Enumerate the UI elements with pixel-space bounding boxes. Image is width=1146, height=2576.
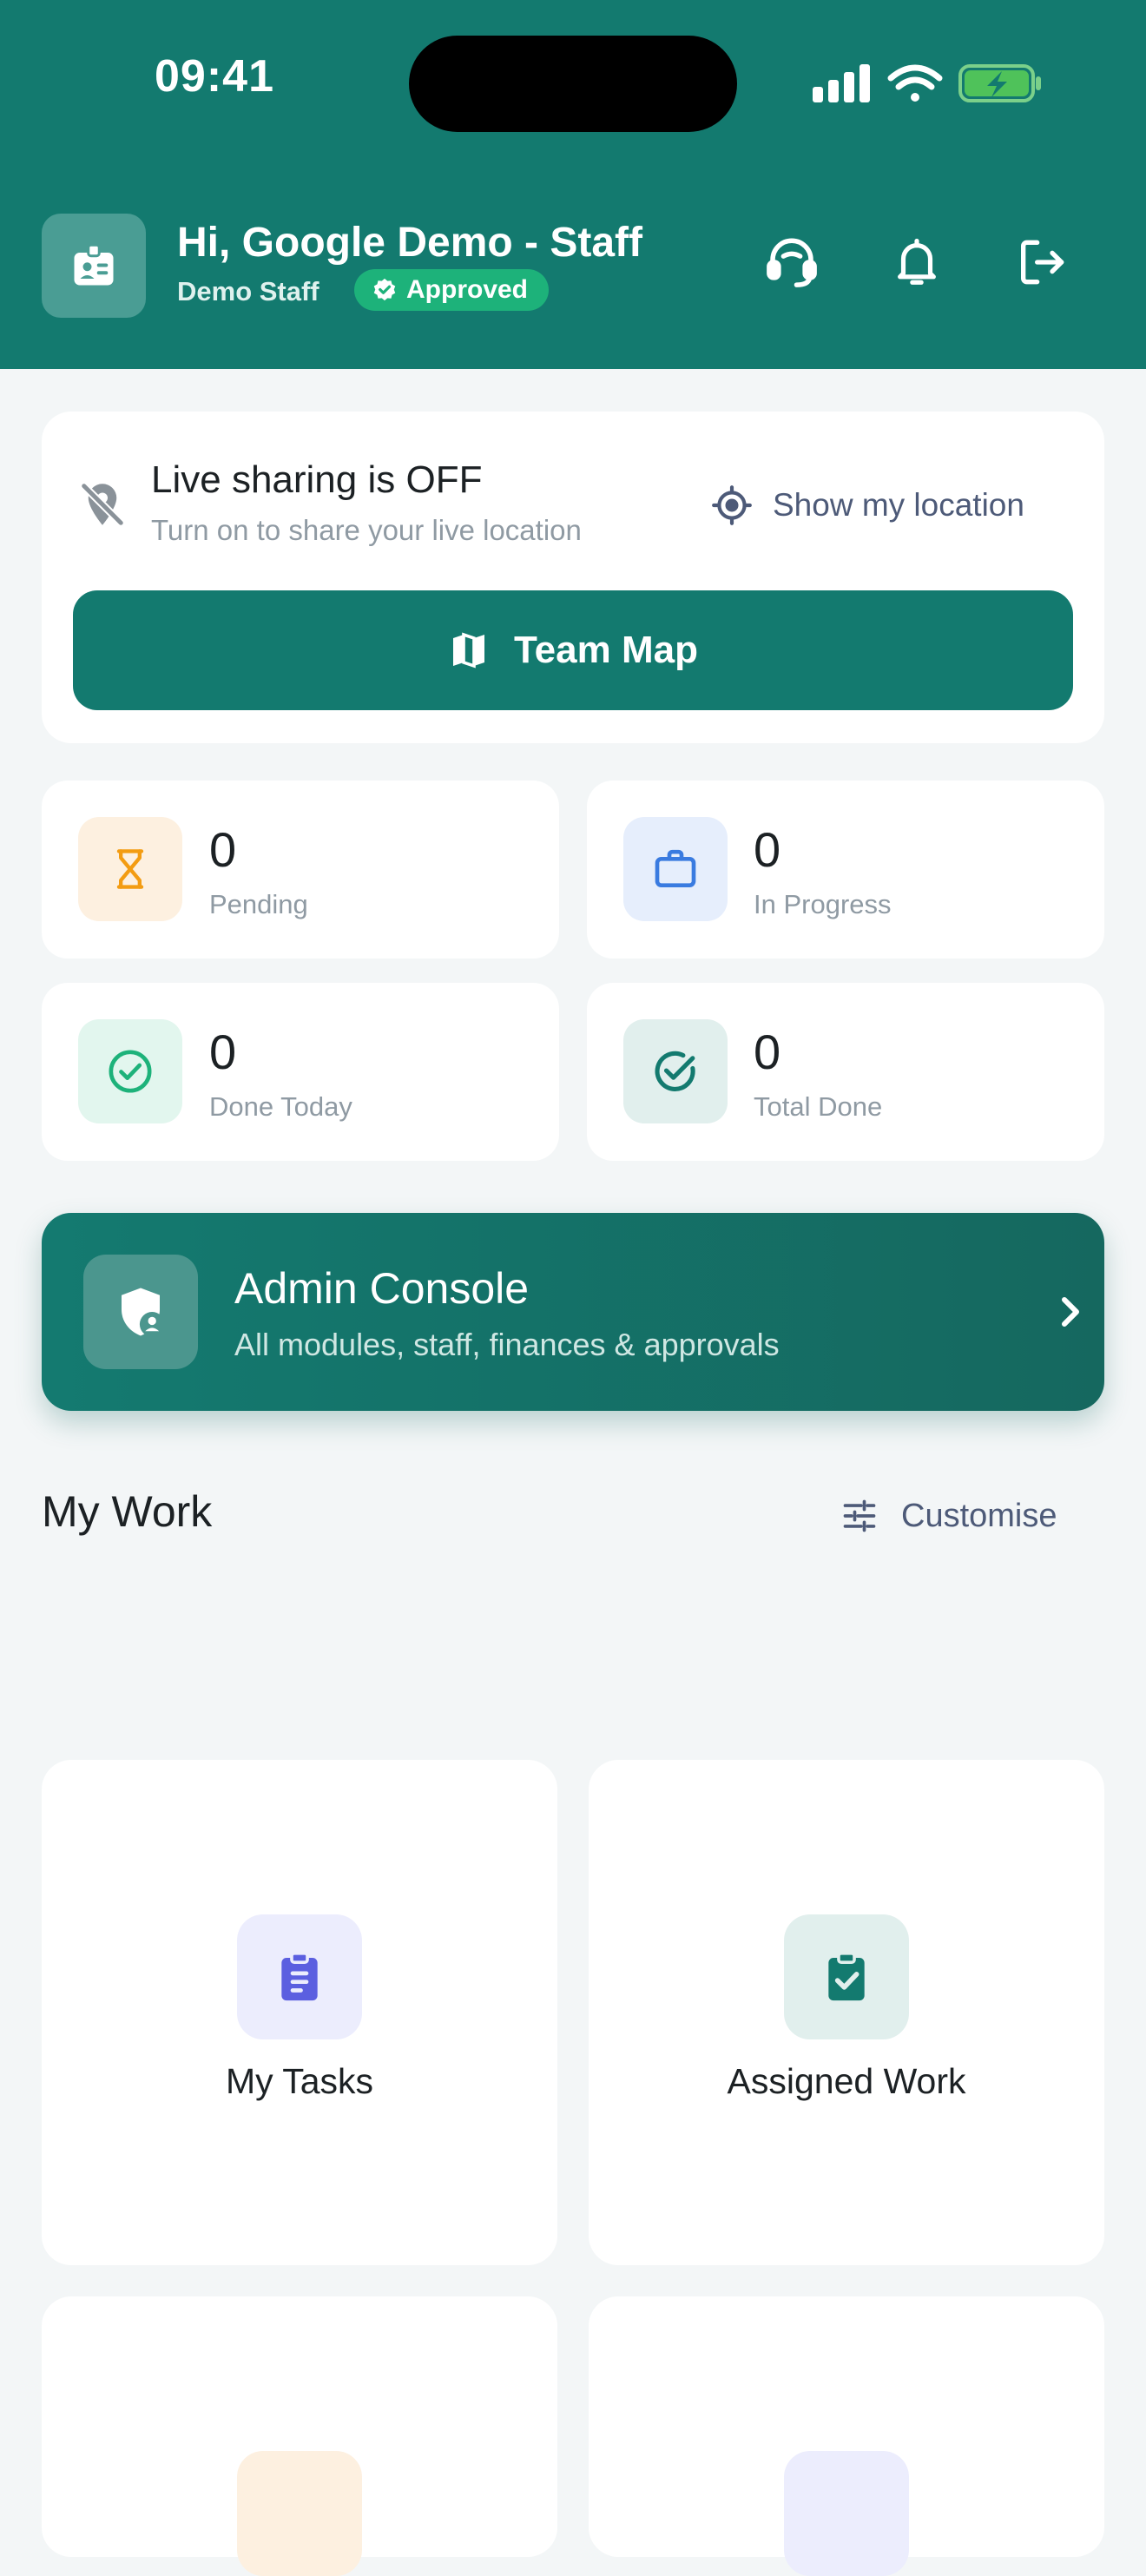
show-location-button[interactable]: Show my location (710, 479, 1024, 531)
stat-value-done-today: 0 (209, 1024, 237, 1079)
stat-icon-done-today (78, 1019, 182, 1123)
team-map-label: Team Map (514, 629, 698, 671)
team-map-button[interactable]: Team Map (73, 590, 1073, 710)
map-icon (453, 632, 485, 669)
live-sharing-hint: Turn on to share your live location (151, 514, 582, 546)
clipboard-list-icon (281, 1952, 318, 2001)
bell-icon (898, 238, 936, 285)
logout-button[interactable] (1007, 227, 1077, 297)
stat-label-pending: Pending (209, 889, 308, 919)
admin-console-title: Admin Console (234, 1264, 530, 1313)
signal-icon (813, 64, 870, 102)
dynamic-island (409, 36, 737, 132)
support-headset-icon (767, 238, 817, 287)
id-badge (42, 214, 146, 318)
stat-label-in-progress: In Progress (754, 889, 892, 919)
show-location-label: Show my location (773, 487, 1024, 523)
my-work-title: My Work (42, 1487, 213, 1536)
stat-value-total-done: 0 (754, 1024, 781, 1079)
role-text: Demo Staff (177, 276, 319, 306)
status-badge-label: Approved (406, 275, 529, 304)
wifi-icon (887, 64, 943, 102)
live-sharing-status: Live sharing is OFF (151, 458, 483, 501)
stat-icon-in-progress (623, 817, 728, 921)
location-off-icon (80, 482, 125, 527)
logout-icon (1021, 240, 1064, 285)
status-time: 09:41 (155, 51, 274, 102)
stat-label-done-today: Done Today (209, 1091, 352, 1122)
status-icons (813, 64, 1041, 102)
check-circle-icon (109, 1050, 152, 1093)
greeting-text: Hi, Google Demo - Staff (177, 220, 643, 266)
stat-icon-pending (78, 817, 182, 921)
stat-label-total-done: Total Done (754, 1091, 883, 1122)
sliders-icon (843, 1499, 876, 1532)
id-badge-icon (74, 243, 114, 286)
verified-check-icon (373, 278, 396, 301)
hourglass-icon (116, 849, 144, 889)
tile-icon-third (237, 2451, 362, 2576)
status-badge: Approved (354, 269, 550, 311)
tile-icon-fourth (784, 2451, 909, 2576)
gps-target-icon (712, 485, 752, 525)
admin-icon-wrap (83, 1255, 198, 1369)
admin-console-subtitle: All modules, staff, finances & approvals (234, 1327, 780, 1362)
support-button[interactable] (757, 227, 827, 297)
clipboard-check-icon (828, 1952, 865, 2001)
tile-label-my-tasks: My Tasks (225, 2061, 374, 2101)
admin-console-card[interactable]: Admin Console All modules, staff, financ… (42, 1213, 1104, 1411)
tile-icon-my-tasks (237, 1914, 362, 2039)
chevron-right-icon (1062, 1297, 1079, 1327)
briefcase-icon (655, 849, 696, 887)
customise-button[interactable]: Customise (840, 1490, 1057, 1542)
stat-icon-total-done (623, 1019, 728, 1123)
stat-value-in-progress: 0 (754, 822, 781, 877)
notifications-button[interactable] (882, 227, 952, 297)
check-circle-icon (655, 1051, 695, 1091)
tile-icon-assigned-work (784, 1914, 909, 2039)
customise-label: Customise (901, 1497, 1057, 1534)
battery-icon (958, 64, 1041, 102)
admin-shield-icon (122, 1288, 165, 1337)
tile-label-assigned-work: Assigned Work (727, 2061, 966, 2101)
stat-value-pending: 0 (209, 822, 237, 877)
app-header: 09:41 Hi, Google Demo - Staff Demo Staff… (0, 0, 1146, 369)
